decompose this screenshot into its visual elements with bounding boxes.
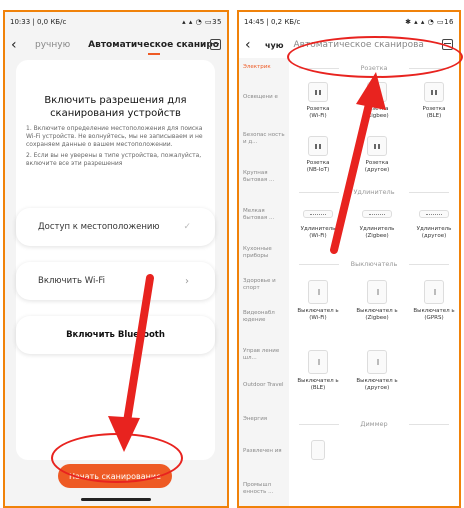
sidebar-item-video[interactable]: Видеонабл юдение bbox=[243, 310, 289, 324]
device-catalog: Розетка Розетка (Wi-Fi) Розетка (Zigbee) Р… bbox=[289, 58, 459, 506]
outlet-icon bbox=[424, 82, 444, 102]
sidebar-item-small-appliances[interactable]: Мелкая бытовая ... bbox=[243, 208, 289, 222]
bluetooth-permission-button[interactable]: Включить Bluetooth bbox=[16, 316, 215, 354]
permissions-card: Включить разрешения для сканирования уст… bbox=[16, 60, 215, 460]
bluetooth-label: Включить Bluetooth bbox=[66, 330, 165, 340]
permissions-title: Включить разрешения для сканирования уст… bbox=[44, 95, 187, 119]
sidebar-item-kitchen[interactable]: Кухонные приборы bbox=[243, 246, 289, 260]
section-strip: Удлинитель bbox=[293, 188, 455, 196]
status-battery: ▴ ▴ ◔ ▭35 bbox=[182, 18, 222, 26]
power-strip-icon bbox=[362, 210, 392, 218]
back-arrow-icon[interactable]: ‹ bbox=[245, 37, 261, 53]
tab-manual[interactable]: ручную bbox=[35, 40, 70, 50]
power-strip-icon bbox=[303, 210, 333, 218]
status-time: 14:45 | 0,2 КБ/с bbox=[244, 18, 301, 26]
device-outlet-zigbee[interactable]: Розетка (Zigbee) bbox=[350, 82, 404, 120]
check-icon: ✓ bbox=[183, 222, 191, 232]
device-switch-gprs[interactable]: Выключател ь (GPRS) bbox=[407, 280, 459, 322]
back-arrow-icon[interactable]: ‹ bbox=[11, 37, 27, 53]
tab-manual[interactable]: чую bbox=[265, 41, 283, 50]
tab-auto-scan[interactable]: Автоматическое сканиро bbox=[88, 40, 219, 55]
header: ‹ ручную Автоматическое сканиро bbox=[5, 32, 227, 58]
device-outlet-nbiot[interactable]: Розетка (NB-IoT) bbox=[291, 136, 345, 174]
device-outlet-other[interactable]: Розетка (другое) bbox=[350, 136, 404, 174]
device-outlet-ble[interactable]: Розетка (BLE) bbox=[407, 82, 459, 120]
scan-icon[interactable] bbox=[210, 39, 221, 50]
device-switch-wifi[interactable]: Выключател ь (Wi-Fi) bbox=[291, 280, 345, 322]
switch-icon bbox=[424, 280, 444, 304]
wifi-label: Включить Wi-Fi bbox=[38, 276, 106, 286]
device-strip-wifi[interactable]: Удлинитель (Wi-Fi) bbox=[291, 204, 345, 240]
sidebar-item-electric[interactable]: Электрик bbox=[243, 64, 289, 71]
sidebar-item-industry[interactable]: Промышл енность ... bbox=[243, 482, 289, 496]
home-indicator bbox=[81, 498, 151, 501]
switch-icon bbox=[308, 350, 328, 374]
sidebar-item-security[interactable]: Безопас ность и д... bbox=[243, 132, 289, 146]
sidebar-item-entertainment[interactable]: Развлечен ия bbox=[243, 448, 289, 455]
power-strip-icon bbox=[419, 210, 449, 218]
section-switch: Выключатель bbox=[293, 260, 455, 268]
section-dimmer: Диммер bbox=[293, 420, 455, 428]
device-dimmer[interactable] bbox=[291, 440, 345, 460]
sidebar-item-control[interactable]: Управ ление шл... bbox=[243, 348, 289, 362]
switch-icon bbox=[367, 280, 387, 304]
sidebar-item-energy[interactable]: Энергия bbox=[243, 416, 289, 423]
dimmer-icon bbox=[311, 440, 325, 460]
highlight-oval-auto-scan-tab bbox=[287, 36, 463, 78]
category-sidebar: Электрик Освещени е Безопас ность и д...… bbox=[239, 58, 289, 506]
sidebar-item-outdoor[interactable]: Outdoor Travel bbox=[243, 382, 289, 389]
wifi-permission-button[interactable]: Включить Wi-Fi › bbox=[16, 262, 215, 300]
outlet-icon bbox=[308, 82, 328, 102]
sidebar-item-health[interactable]: Здоровье и спорт bbox=[243, 278, 289, 292]
device-strip-other[interactable]: Удлинитель (другое) bbox=[407, 204, 459, 240]
chevron-right-icon: › bbox=[185, 275, 189, 287]
device-switch-other[interactable]: Выключател ь (другое) bbox=[350, 350, 404, 392]
permissions-note: 1. Включите определение местоположения д… bbox=[26, 125, 203, 168]
status-battery: ✱ ▴ ▴ ◔ ▭16 bbox=[405, 18, 454, 26]
switch-icon bbox=[367, 350, 387, 374]
outlet-icon bbox=[367, 82, 387, 102]
outlet-icon bbox=[367, 136, 387, 156]
device-switch-ble[interactable]: Выключател ь (BLE) bbox=[291, 350, 345, 392]
outlet-icon bbox=[308, 136, 328, 156]
device-switch-zigbee[interactable]: Выключател ь (Zigbee) bbox=[350, 280, 404, 322]
highlight-oval-start-scan bbox=[51, 433, 183, 483]
sidebar-item-large-appliances[interactable]: Крупная бытовая ... bbox=[243, 170, 289, 184]
note-1: 1. Включите определение местоположения д… bbox=[26, 125, 203, 148]
status-bar: 10:33 | 0,0 КБ/с ▴ ▴ ◔ ▭35 bbox=[5, 12, 227, 32]
sidebar-item-lighting[interactable]: Освещени е bbox=[243, 94, 289, 101]
device-outlet-wifi[interactable]: Розетка (Wi-Fi) bbox=[291, 82, 345, 120]
status-bar: 14:45 | 0,2 КБ/с ✱ ▴ ▴ ◔ ▭16 bbox=[239, 12, 459, 32]
note-2: 2. Если вы не уверены в типе устройства,… bbox=[26, 152, 202, 167]
device-strip-zigbee[interactable]: Удлинитель (Zigbee) bbox=[350, 204, 404, 240]
right-phone-screen: 14:45 | 0,2 КБ/с ✱ ▴ ▴ ◔ ▭16 ‹ чую Автом… bbox=[237, 10, 461, 508]
switch-icon bbox=[308, 280, 328, 304]
location-label: Доступ к местоположению bbox=[38, 222, 160, 232]
status-time: 10:33 | 0,0 КБ/с bbox=[10, 18, 67, 26]
location-permission-button[interactable]: Доступ к местоположению ✓ bbox=[16, 208, 215, 246]
